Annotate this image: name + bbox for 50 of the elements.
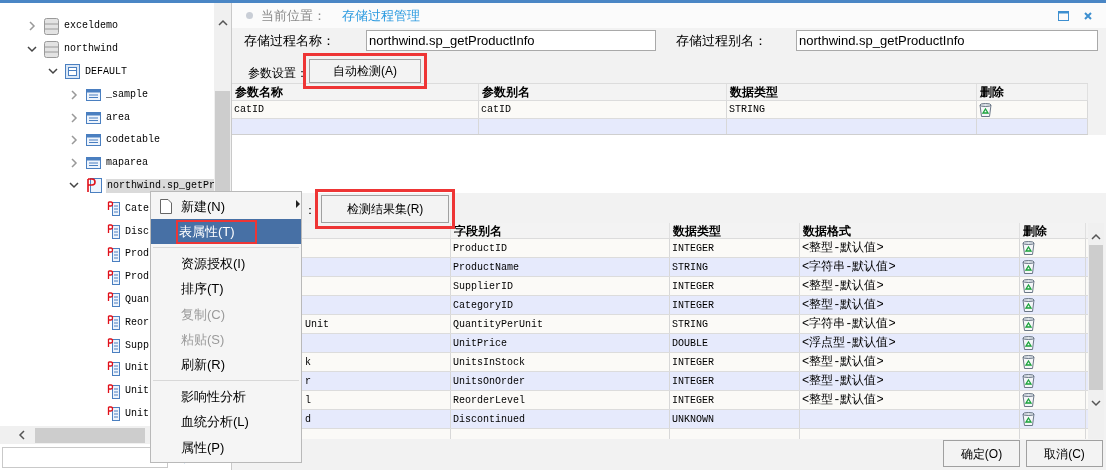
table-cell-text: INTEGER <box>672 393 714 408</box>
table-cell-text: INTEGER <box>672 241 714 256</box>
table-cell-text: UnitPrice <box>453 336 507 351</box>
table-cell-text: catID <box>234 103 264 117</box>
table-cell-text: <字符串-默认值> <box>802 316 896 333</box>
table-cell-text: STRING <box>729 103 765 117</box>
table-cell-text: Discontinued <box>453 412 525 427</box>
column-header: 参数名称 <box>235 84 283 101</box>
column-header: 删除 <box>980 84 1004 101</box>
column-header: 字段别名 <box>454 222 502 240</box>
table-cell-text: INTEGER <box>672 298 714 313</box>
table-cell-text: <整型-默认值> <box>802 240 884 257</box>
table-cell-text: INTEGER <box>672 355 714 370</box>
table-cell-text: STRING <box>672 260 708 275</box>
table-cell-text: <整型-默认值> <box>802 354 884 371</box>
breadcrumb-label: 当前位置： <box>261 6 326 25</box>
column-header: 数据格式 <box>803 222 851 240</box>
table-cell-text: <字符串-默认值> <box>802 259 896 276</box>
table-cell-text: DOUBLE <box>672 336 708 351</box>
table-cell-text: k <box>305 355 311 370</box>
table-cell-text: CategoryID <box>453 298 513 313</box>
table-cell-text: UnitsOnOrder <box>453 374 525 389</box>
table-cell-text: r <box>305 374 311 389</box>
table-cell-text: QuantityPerUnit <box>453 317 543 332</box>
table-cell-text: <整型-默认值> <box>802 278 884 295</box>
column-header: 数据类型 <box>730 84 778 101</box>
table-cell-text: <浮点型-默认值> <box>802 335 896 352</box>
section-label: 参数设置： <box>248 65 308 82</box>
table-cell-text: ProductName <box>453 260 519 275</box>
table-cell-text: <整型-默认值> <box>802 297 884 314</box>
column-header: 删除 <box>1023 222 1047 240</box>
field-label: 存储过程名称： <box>244 31 336 50</box>
table-cell-text: UNKNOWN <box>672 412 714 427</box>
column-header: 参数别名 <box>482 84 530 101</box>
table-cell-text: d <box>305 412 311 427</box>
table-cell-text: <整型-默认值> <box>802 373 884 390</box>
table-cell-text: <整型-默认值> <box>802 392 884 409</box>
field-label: 存储过程别名： <box>676 31 768 50</box>
column-header: 数据类型 <box>673 222 721 240</box>
table-cell-text: ProductID <box>453 241 507 256</box>
table-cell-text: catID <box>481 103 511 117</box>
table-cell-text: SupplierID <box>453 279 513 294</box>
table-cell-text: INTEGER <box>672 279 714 294</box>
table-cell-text: ReorderLevel <box>453 393 525 408</box>
table-cell-text: Unit <box>305 317 329 332</box>
table-cell-text: INTEGER <box>672 374 714 389</box>
table-cell-text: l <box>305 393 311 408</box>
table-cell-text: UnitsInStock <box>453 355 525 370</box>
table-cell-text: STRING <box>672 317 708 332</box>
section-label: ： <box>304 202 316 219</box>
